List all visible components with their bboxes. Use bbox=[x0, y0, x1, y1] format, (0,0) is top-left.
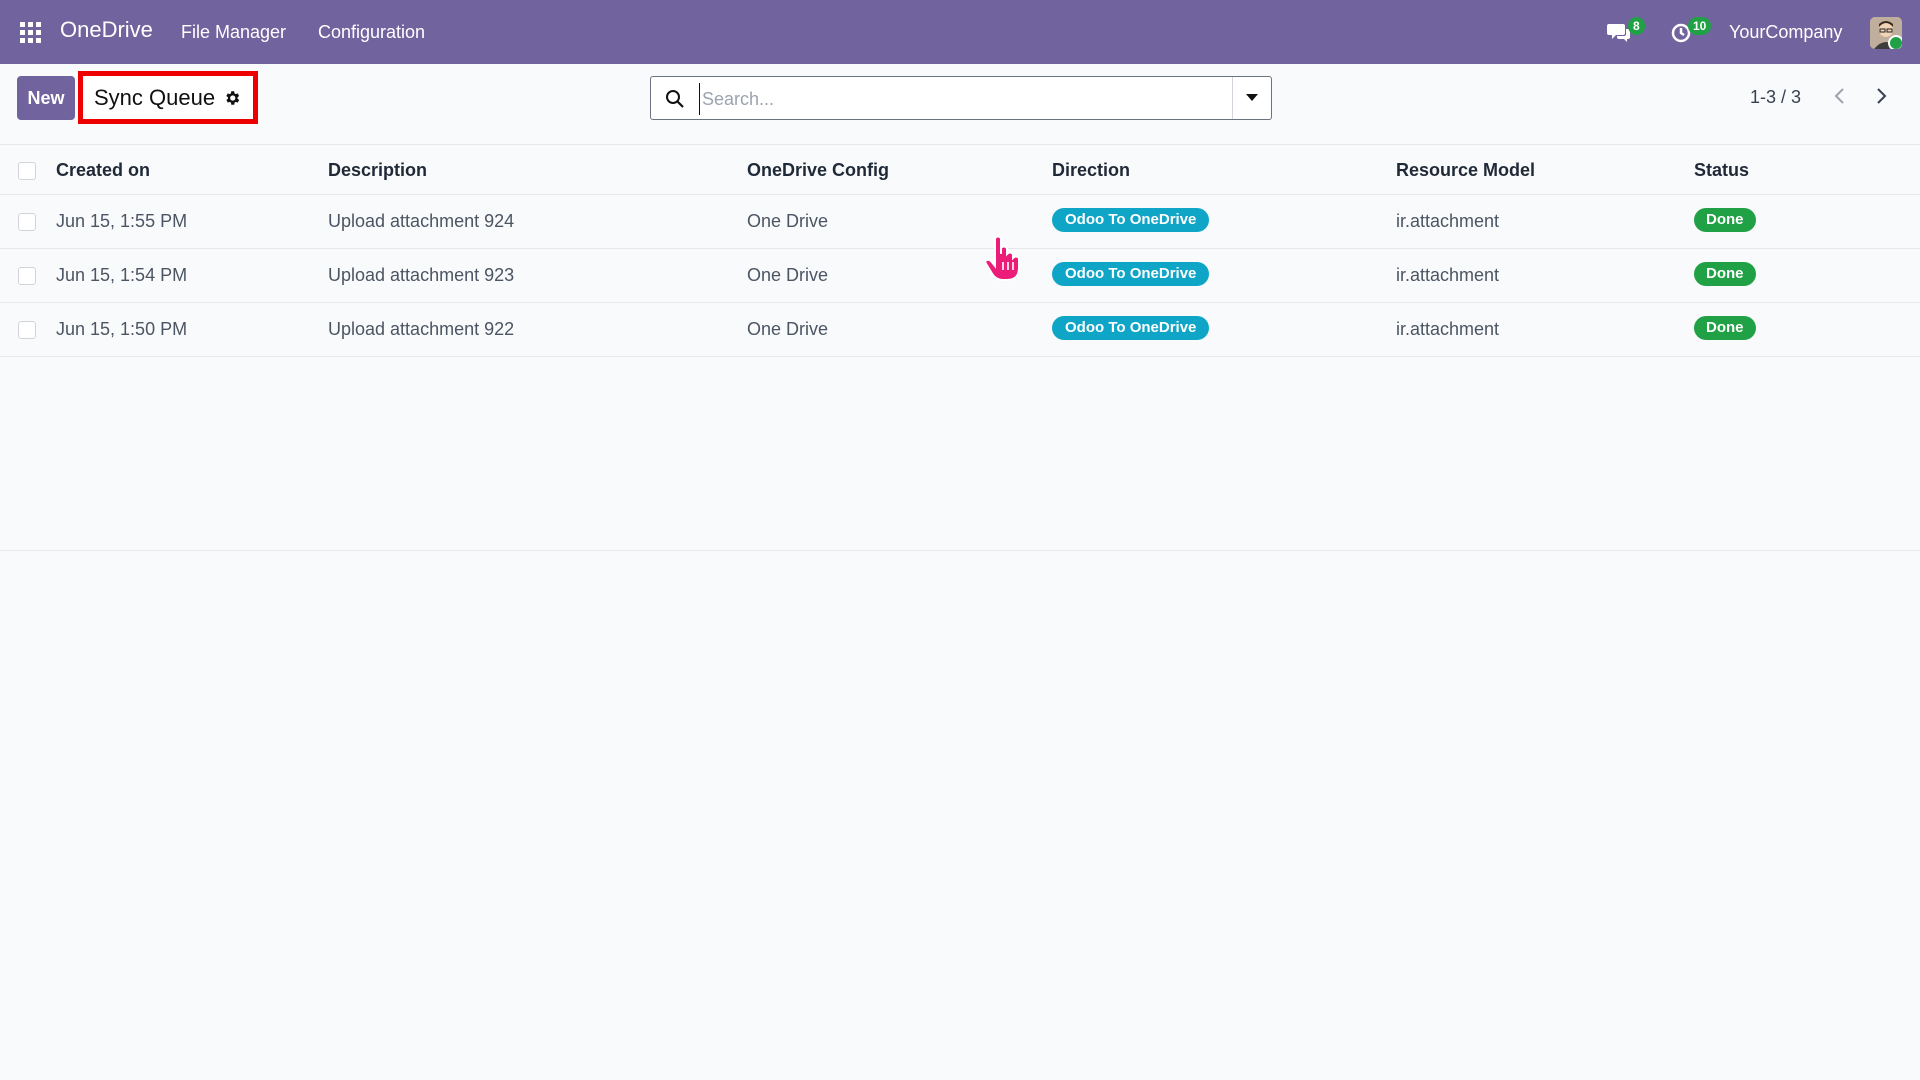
column-resource-model[interactable]: Resource Model bbox=[1396, 160, 1535, 181]
column-created-on[interactable]: Created on bbox=[56, 160, 150, 181]
status-badge: Done bbox=[1694, 208, 1756, 232]
pager-next-button[interactable] bbox=[1868, 82, 1896, 110]
table-footer-divider bbox=[0, 550, 1920, 551]
table-row[interactable]: Jun 15, 1:50 PM Upload attachment 922 On… bbox=[0, 303, 1920, 357]
pager-previous-button[interactable] bbox=[1825, 82, 1853, 110]
search-options-toggle[interactable] bbox=[1232, 77, 1271, 119]
direction-badge: Odoo To OneDrive bbox=[1052, 208, 1210, 232]
menu-configuration[interactable]: Configuration bbox=[318, 22, 425, 43]
config-cell: One Drive bbox=[747, 211, 829, 231]
description-cell: Upload attachment 923 bbox=[328, 265, 515, 285]
table-row[interactable]: Jun 15, 1:54 PM Upload attachment 923 On… bbox=[0, 249, 1920, 303]
description-cell: Upload attachment 922 bbox=[328, 319, 515, 339]
row-checkbox[interactable] bbox=[18, 321, 36, 339]
search-bar bbox=[650, 76, 1272, 120]
column-direction[interactable]: Direction bbox=[1052, 160, 1130, 181]
resource-model-cell: ir.attachment bbox=[1396, 265, 1500, 285]
top-navbar: OneDrive File Manager Configuration 8 10… bbox=[0, 0, 1920, 64]
activities-button[interactable]: 10 bbox=[1668, 0, 1712, 64]
created-on-cell: Jun 15, 1:50 PM bbox=[56, 319, 188, 339]
status-badge: Done bbox=[1694, 262, 1756, 286]
column-description[interactable]: Description bbox=[328, 160, 427, 181]
table-row[interactable]: Jun 15, 1:55 PM Upload attachment 924 On… bbox=[0, 195, 1920, 249]
config-cell: One Drive bbox=[747, 319, 829, 339]
status-badge: Done bbox=[1694, 316, 1756, 340]
company-switcher[interactable]: YourCompany bbox=[1729, 22, 1842, 43]
resource-model-cell: ir.attachment bbox=[1396, 211, 1500, 231]
column-status[interactable]: Status bbox=[1694, 160, 1749, 181]
messages-count-badge: 8 bbox=[1628, 17, 1645, 35]
activities-count-badge: 10 bbox=[1688, 17, 1712, 35]
resource-model-cell: ir.attachment bbox=[1396, 319, 1500, 339]
menu-file-manager[interactable]: File Manager bbox=[181, 22, 286, 43]
new-button[interactable]: New bbox=[17, 76, 75, 120]
direction-badge: Odoo To OneDrive bbox=[1052, 262, 1210, 286]
app-menu-grid-icon[interactable] bbox=[20, 22, 42, 44]
row-checkbox[interactable] bbox=[18, 213, 36, 231]
column-onedrive-config[interactable]: OneDrive Config bbox=[747, 160, 889, 181]
description-cell: Upload attachment 924 bbox=[328, 211, 515, 231]
chevron-right-icon bbox=[1877, 88, 1887, 104]
direction-badge: Odoo To OneDrive bbox=[1052, 316, 1210, 340]
row-checkbox[interactable] bbox=[18, 267, 36, 285]
search-input[interactable] bbox=[699, 83, 1224, 115]
config-cell: One Drive bbox=[747, 265, 829, 285]
created-on-cell: Jun 15, 1:54 PM bbox=[56, 265, 188, 285]
table-header: Created on Description OneDrive Config D… bbox=[0, 144, 1920, 195]
gear-icon[interactable] bbox=[223, 89, 241, 107]
breadcrumb-highlight: Sync Queue bbox=[78, 71, 258, 124]
hand-pointer-cursor-icon bbox=[985, 235, 1020, 281]
search-icon bbox=[666, 90, 684, 108]
messages-button[interactable]: 8 bbox=[1604, 0, 1645, 64]
app-brand[interactable]: OneDrive bbox=[60, 17, 153, 43]
page-title: Sync Queue bbox=[94, 84, 216, 110]
chevron-left-icon bbox=[1834, 88, 1844, 104]
caret-down-icon bbox=[1246, 94, 1258, 101]
online-status-dot bbox=[1888, 35, 1902, 49]
select-all-checkbox[interactable] bbox=[18, 162, 36, 180]
created-on-cell: Jun 15, 1:55 PM bbox=[56, 211, 188, 231]
user-avatar[interactable] bbox=[1870, 17, 1902, 49]
pager-value[interactable]: 1-3 / 3 bbox=[1750, 87, 1801, 108]
